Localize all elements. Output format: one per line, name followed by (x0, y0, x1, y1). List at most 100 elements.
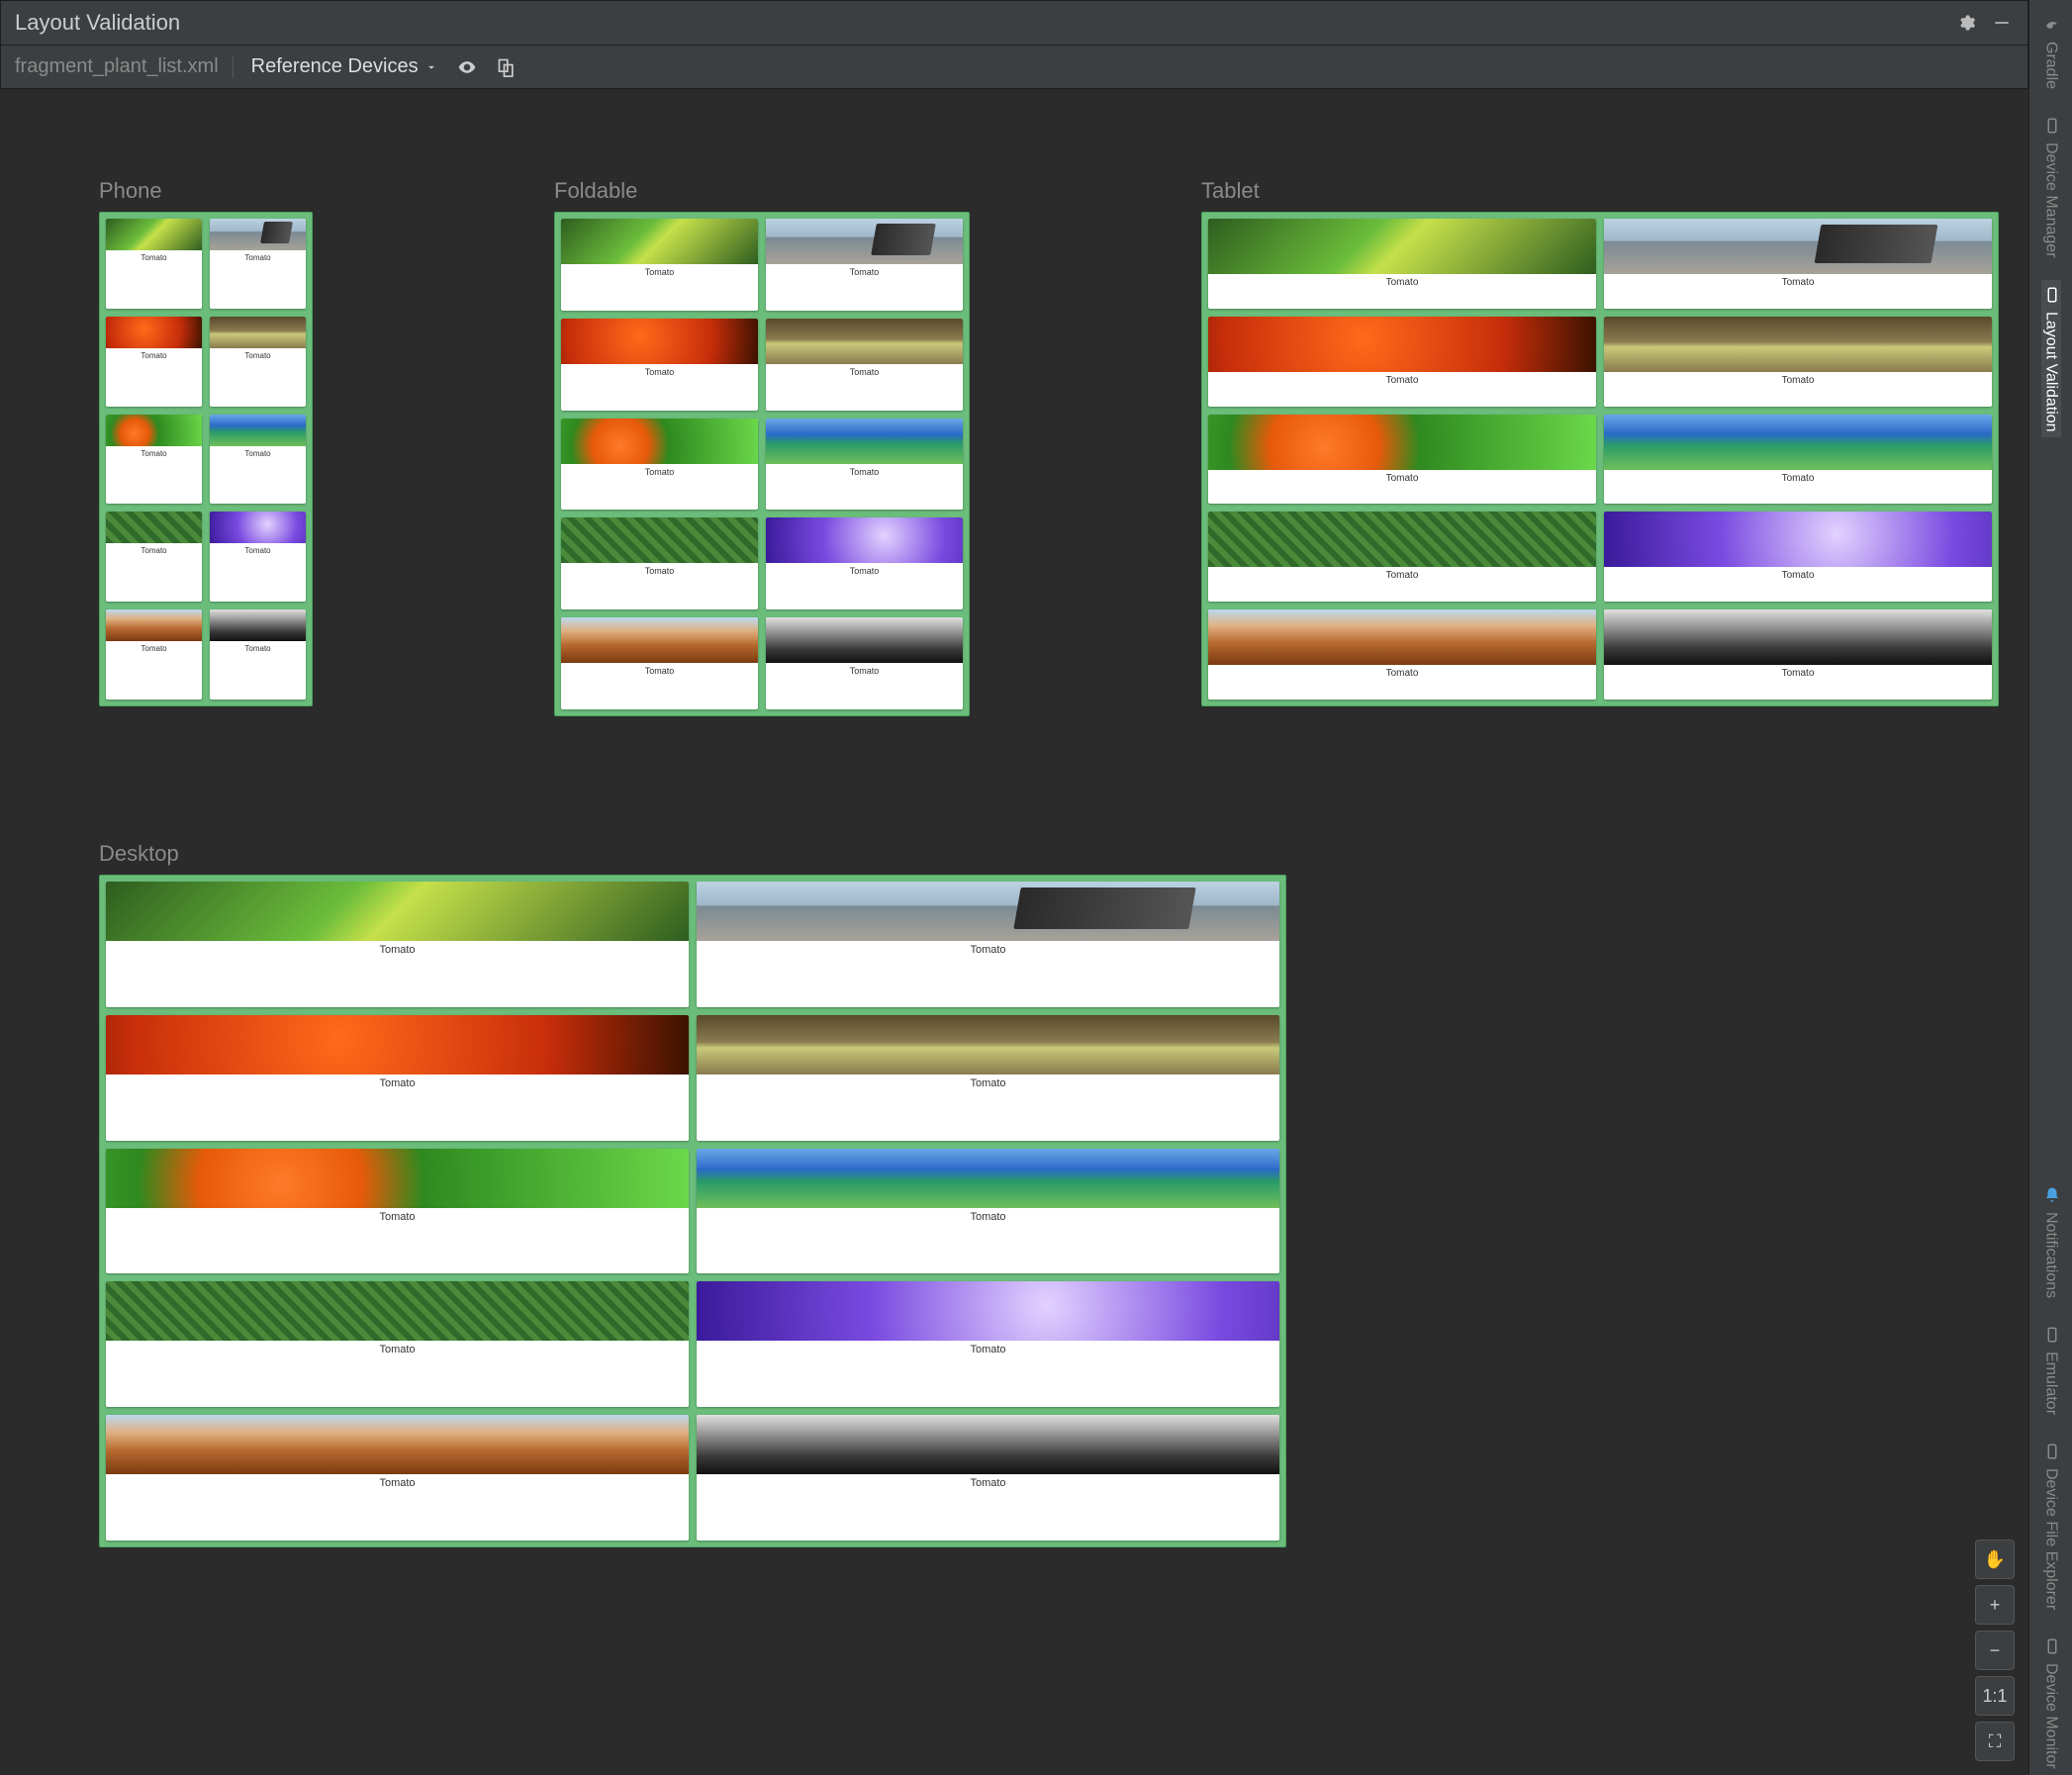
plant-card: Tomato (561, 419, 758, 511)
plant-label: Tomato (766, 563, 963, 579)
plant-image (1604, 317, 1992, 372)
plant-label: Tomato (106, 941, 689, 959)
zoom-controls: ✋ + − 1:1 ⛶ (1975, 1540, 2015, 1761)
plant-label: Tomato (1604, 470, 1992, 487)
preview-canvas[interactable]: ✋ + − 1:1 ⛶ Phone Tomato Tomato Tomato Tomat… (0, 89, 2028, 1775)
plant-card: Tomato (1208, 512, 1596, 602)
plant-label: Tomato (106, 641, 202, 656)
tool-tab-device-file-explorer[interactable]: Device File Explorer (2041, 1437, 2061, 1616)
plant-image (697, 882, 1279, 941)
tool-tab-device-monitor[interactable]: Device Monitor (2041, 1632, 2061, 1775)
plant-image (697, 1149, 1279, 1208)
device-frame[interactable]: TomatoTomatoTomatoTomatoTomatoTomatoToma… (99, 875, 1286, 1547)
plant-card: Tomato (766, 517, 963, 609)
tool-tab-notifications[interactable]: Notifications (2041, 1180, 2061, 1304)
device-frame[interactable]: Tomato Tomato Tomato Tomato Tomato Tomato Toma… (554, 212, 970, 716)
plant-card: Tomato (766, 219, 963, 311)
group-label: Phone (99, 178, 313, 204)
group-label: Desktop (99, 841, 1286, 867)
tool-tab-layout-validation[interactable]: Layout Validation (2041, 280, 2061, 438)
plant-label: Tomato (766, 364, 963, 380)
plant-label: Tomato (106, 1208, 689, 1226)
minimize-icon[interactable] (1990, 11, 2014, 35)
plant-label: Tomato (210, 250, 306, 265)
plant-image (561, 617, 758, 663)
tool-tab-label: Device File Explorer (2042, 1468, 2060, 1610)
plant-image (210, 219, 306, 250)
plant-image (106, 1149, 689, 1208)
tool-tab-label: Emulator (2042, 1352, 2060, 1415)
plant-image (561, 517, 758, 563)
tool-tab-device-manager[interactable]: Device Manager (2041, 111, 2061, 264)
preview-group-foldable: FoldableTomatoTomatoTomatoTomatoTomatoTo… (554, 178, 970, 716)
plant-label: Tomato (561, 264, 758, 280)
plant-label: Tomato (561, 663, 758, 679)
plant-label: Tomato (697, 1474, 1279, 1492)
visibility-icon[interactable] (456, 56, 478, 78)
plant-label: Tomato (766, 464, 963, 480)
right-tool-strip: Gradle Device Manager Layout Validation Not… (2028, 0, 2072, 1775)
dropdown-label: Reference Devices (251, 55, 419, 78)
device-frame[interactable]: TomatoTomatoTomatoTomatoTomatoTomatoToma… (1201, 212, 1999, 706)
tool-tab-emulator[interactable]: Emulator (2041, 1320, 2061, 1421)
tool-tab-label: Layout Validation (2042, 312, 2060, 432)
preview-group-desktop: DesktopTomatoTomatoTomatoTomatoTomatoTom… (99, 841, 1286, 1547)
plant-label: Tomato (766, 663, 963, 679)
plant-card: Tomato (766, 419, 963, 511)
plant-label: Tomato (697, 1341, 1279, 1358)
plant-label: Tomato (1604, 665, 1992, 682)
multi-preview-icon[interactable] (496, 56, 518, 78)
plant-image (1604, 219, 1992, 274)
plant-image (697, 1015, 1279, 1074)
plant-image (106, 415, 202, 446)
layout-validation-icon (2041, 286, 2061, 306)
plant-image (766, 319, 963, 364)
plant-card: Tomato (106, 609, 202, 700)
plant-card: Tomato (697, 1415, 1279, 1541)
plant-label: Tomato (210, 543, 306, 558)
plant-card: Tomato (697, 1281, 1279, 1407)
plant-image (561, 419, 758, 464)
gradle-icon (2041, 16, 2061, 36)
plant-label: Tomato (106, 348, 202, 363)
plant-image (1208, 415, 1596, 470)
plant-card: Tomato (106, 512, 202, 602)
plant-image (1604, 415, 1992, 470)
plant-card: Tomato (106, 882, 689, 1007)
zoom-fit-button[interactable]: ⛶ (1975, 1722, 2015, 1761)
preview-group-phone: PhoneTomatoTomatoTomatoTomatoTomatoTomat… (99, 178, 313, 706)
plant-image (106, 1281, 689, 1341)
toolbar: fragment_plant_list.xml Reference Device… (0, 46, 2028, 89)
plant-label: Tomato (106, 250, 202, 265)
plant-card: Tomato (1208, 609, 1596, 700)
panel-title: Layout Validation (15, 10, 1942, 36)
plant-label: Tomato (210, 348, 306, 363)
plant-label: Tomato (697, 1208, 1279, 1226)
plant-label: Tomato (1604, 372, 1992, 389)
device-frame[interactable]: Tomato Tomato Tomato Tomato Tomato Tomato Toma… (99, 212, 313, 706)
plant-image (210, 317, 306, 348)
plant-card: Tomato (210, 317, 306, 407)
tool-tab-label: Gradle (2042, 42, 2060, 89)
zoom-in-button[interactable]: + (1975, 1585, 2015, 1625)
plant-card: Tomato (1208, 415, 1596, 505)
plant-card: Tomato (1604, 415, 1992, 505)
gear-icon[interactable] (1954, 11, 1978, 35)
device-manager-icon (2041, 117, 2061, 137)
reference-devices-dropdown[interactable]: Reference Devices (251, 55, 438, 78)
plant-image (766, 617, 963, 663)
plant-card: Tomato (210, 219, 306, 309)
plant-image (106, 609, 202, 641)
tool-tab-gradle[interactable]: Gradle (2041, 10, 2061, 95)
plant-image (106, 317, 202, 348)
pan-button[interactable]: ✋ (1975, 1540, 2015, 1579)
group-label: Foldable (554, 178, 970, 204)
plant-image (106, 1015, 689, 1074)
zoom-out-button[interactable]: − (1975, 1631, 2015, 1670)
zoom-1to1-button[interactable]: 1:1 (1975, 1676, 2015, 1716)
plant-label: Tomato (766, 264, 963, 280)
plant-image (106, 882, 689, 941)
device-monitor-icon (2041, 1637, 2061, 1657)
plant-label: Tomato (1604, 567, 1992, 584)
filename-tab[interactable]: fragment_plant_list.xml (15, 55, 234, 78)
